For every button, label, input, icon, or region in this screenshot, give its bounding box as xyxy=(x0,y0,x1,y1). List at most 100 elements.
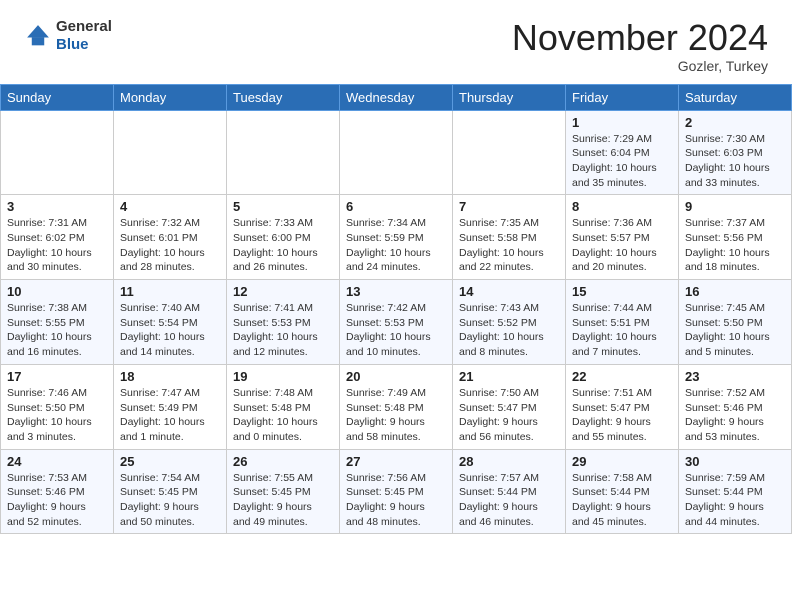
day-info: Sunrise: 7:40 AM Sunset: 5:54 PM Dayligh… xyxy=(120,301,220,360)
calendar-cell: 23 Sunrise: 7:52 AM Sunset: 5:46 PM Dayli… xyxy=(679,364,792,449)
day-number: 2 xyxy=(685,115,785,130)
calendar-cell: 15 Sunrise: 7:44 AM Sunset: 5:51 PM Dayli… xyxy=(566,280,679,365)
day-number: 4 xyxy=(120,199,220,214)
weekday-header: Saturday xyxy=(679,84,792,110)
day-number: 17 xyxy=(7,369,107,384)
day-info: Sunrise: 7:55 AM Sunset: 5:45 PM Dayligh… xyxy=(233,471,333,530)
day-info: Sunrise: 7:49 AM Sunset: 5:48 PM Dayligh… xyxy=(346,386,446,445)
day-number: 14 xyxy=(459,284,559,299)
weekday-header: Thursday xyxy=(453,84,566,110)
calendar-week-row: 17 Sunrise: 7:46 AM Sunset: 5:50 PM Dayli… xyxy=(1,364,792,449)
logo-icon xyxy=(24,22,52,50)
day-number: 25 xyxy=(120,454,220,469)
day-info: Sunrise: 7:41 AM Sunset: 5:53 PM Dayligh… xyxy=(233,301,333,360)
calendar-cell: 30 Sunrise: 7:59 AM Sunset: 5:44 PM Dayli… xyxy=(679,449,792,534)
calendar-cell xyxy=(227,110,340,195)
calendar-cell: 7 Sunrise: 7:35 AM Sunset: 5:58 PM Daylig… xyxy=(453,195,566,280)
day-info: Sunrise: 7:48 AM Sunset: 5:48 PM Dayligh… xyxy=(233,386,333,445)
day-number: 29 xyxy=(572,454,672,469)
logo: General Blue xyxy=(24,18,112,54)
day-info: Sunrise: 7:33 AM Sunset: 6:00 PM Dayligh… xyxy=(233,216,333,275)
calendar-cell: 28 Sunrise: 7:57 AM Sunset: 5:44 PM Dayli… xyxy=(453,449,566,534)
day-info: Sunrise: 7:54 AM Sunset: 5:45 PM Dayligh… xyxy=(120,471,220,530)
page-title: November 2024 xyxy=(512,18,768,58)
calendar-cell: 22Sunrise: 7:51 AM Sunset: 5:47 PM Dayli… xyxy=(566,364,679,449)
day-number: 11 xyxy=(120,284,220,299)
day-number: 13 xyxy=(346,284,446,299)
day-number: 22 xyxy=(572,369,672,384)
day-info: Sunrise: 7:36 AM Sunset: 5:57 PM Dayligh… xyxy=(572,216,672,275)
day-number: 9 xyxy=(685,199,785,214)
day-number: 6 xyxy=(346,199,446,214)
day-number: 23 xyxy=(685,369,785,384)
day-number: 18 xyxy=(120,369,220,384)
day-info: Sunrise: 7:53 AM Sunset: 5:46 PM Dayligh… xyxy=(7,471,107,530)
day-number: 24 xyxy=(7,454,107,469)
calendar-cell: 8 Sunrise: 7:36 AM Sunset: 5:57 PM Daylig… xyxy=(566,195,679,280)
logo-general-text: General xyxy=(56,18,112,36)
day-info: Sunrise: 7:29 AM Sunset: 6:04 PM Dayligh… xyxy=(572,132,672,191)
calendar-cell xyxy=(453,110,566,195)
calendar-cell xyxy=(340,110,453,195)
calendar-cell: 16Sunrise: 7:45 AM Sunset: 5:50 PM Dayli… xyxy=(679,280,792,365)
calendar-cell: 13 Sunrise: 7:42 AM Sunset: 5:53 PM Dayli… xyxy=(340,280,453,365)
calendar-cell: 2 Sunrise: 7:30 AM Sunset: 6:03 PM Daylig… xyxy=(679,110,792,195)
page-subtitle: Gozler, Turkey xyxy=(512,58,768,74)
day-info: Sunrise: 7:35 AM Sunset: 5:58 PM Dayligh… xyxy=(459,216,559,275)
day-info: Sunrise: 7:47 AM Sunset: 5:49 PM Dayligh… xyxy=(120,386,220,445)
calendar-week-row: 24 Sunrise: 7:53 AM Sunset: 5:46 PM Dayli… xyxy=(1,449,792,534)
day-number: 19 xyxy=(233,369,333,384)
weekday-header: Sunday xyxy=(1,84,114,110)
day-info: Sunrise: 7:50 AM Sunset: 5:47 PM Dayligh… xyxy=(459,386,559,445)
logo-blue-text: Blue xyxy=(56,36,112,54)
calendar-cell xyxy=(114,110,227,195)
day-number: 3 xyxy=(7,199,107,214)
day-info: Sunrise: 7:45 AM Sunset: 5:50 PM Dayligh… xyxy=(685,301,785,360)
calendar-cell: 21 Sunrise: 7:50 AM Sunset: 5:47 PM Dayli… xyxy=(453,364,566,449)
calendar-cell: 19 Sunrise: 7:48 AM Sunset: 5:48 PM Dayli… xyxy=(227,364,340,449)
calendar-cell: 10Sunrise: 7:38 AM Sunset: 5:55 PM Dayli… xyxy=(1,280,114,365)
day-info: Sunrise: 7:57 AM Sunset: 5:44 PM Dayligh… xyxy=(459,471,559,530)
calendar-cell: 6 Sunrise: 7:34 AM Sunset: 5:59 PM Daylig… xyxy=(340,195,453,280)
calendar-cell: 24 Sunrise: 7:53 AM Sunset: 5:46 PM Dayli… xyxy=(1,449,114,534)
day-number: 7 xyxy=(459,199,559,214)
weekday-header: Tuesday xyxy=(227,84,340,110)
calendar-cell: 9Sunrise: 7:37 AM Sunset: 5:56 PM Daylig… xyxy=(679,195,792,280)
calendar-cell: 29Sunrise: 7:58 AM Sunset: 5:44 PM Dayli… xyxy=(566,449,679,534)
day-number: 27 xyxy=(346,454,446,469)
title-block: November 2024 Gozler, Turkey xyxy=(512,18,768,74)
day-number: 15 xyxy=(572,284,672,299)
calendar-cell: 26Sunrise: 7:55 AM Sunset: 5:45 PM Dayli… xyxy=(227,449,340,534)
calendar-cell: 14 Sunrise: 7:43 AM Sunset: 5:52 PM Dayli… xyxy=(453,280,566,365)
day-info: Sunrise: 7:34 AM Sunset: 5:59 PM Dayligh… xyxy=(346,216,446,275)
day-number: 1 xyxy=(572,115,672,130)
day-info: Sunrise: 7:32 AM Sunset: 6:01 PM Dayligh… xyxy=(120,216,220,275)
day-info: Sunrise: 7:44 AM Sunset: 5:51 PM Dayligh… xyxy=(572,301,672,360)
day-number: 20 xyxy=(346,369,446,384)
day-number: 8 xyxy=(572,199,672,214)
calendar-cell: 27Sunrise: 7:56 AM Sunset: 5:45 PM Dayli… xyxy=(340,449,453,534)
day-number: 12 xyxy=(233,284,333,299)
calendar-cell: 25 Sunrise: 7:54 AM Sunset: 5:45 PM Dayli… xyxy=(114,449,227,534)
calendar-cell: 1 Sunrise: 7:29 AM Sunset: 6:04 PM Daylig… xyxy=(566,110,679,195)
day-info: Sunrise: 7:59 AM Sunset: 5:44 PM Dayligh… xyxy=(685,471,785,530)
weekday-header: Friday xyxy=(566,84,679,110)
day-info: Sunrise: 7:31 AM Sunset: 6:02 PM Dayligh… xyxy=(7,216,107,275)
day-number: 30 xyxy=(685,454,785,469)
calendar-cell: 18 Sunrise: 7:47 AM Sunset: 5:49 PM Dayli… xyxy=(114,364,227,449)
day-info: Sunrise: 7:43 AM Sunset: 5:52 PM Dayligh… xyxy=(459,301,559,360)
day-info: Sunrise: 7:38 AM Sunset: 5:55 PM Dayligh… xyxy=(7,301,107,360)
day-info: Sunrise: 7:52 AM Sunset: 5:46 PM Dayligh… xyxy=(685,386,785,445)
day-info: Sunrise: 7:46 AM Sunset: 5:50 PM Dayligh… xyxy=(7,386,107,445)
day-number: 21 xyxy=(459,369,559,384)
calendar-cell: 17 Sunrise: 7:46 AM Sunset: 5:50 PM Dayli… xyxy=(1,364,114,449)
day-number: 28 xyxy=(459,454,559,469)
calendar-header-row: SundayMondayTuesdayWednesdayThursdayFrid… xyxy=(1,84,792,110)
calendar-cell: 12 Sunrise: 7:41 AM Sunset: 5:53 PM Dayli… xyxy=(227,280,340,365)
calendar-table: SundayMondayTuesdayWednesdayThursdayFrid… xyxy=(0,84,792,535)
day-info: Sunrise: 7:30 AM Sunset: 6:03 PM Dayligh… xyxy=(685,132,785,191)
day-info: Sunrise: 7:42 AM Sunset: 5:53 PM Dayligh… xyxy=(346,301,446,360)
calendar-cell: 5 Sunrise: 7:33 AM Sunset: 6:00 PM Daylig… xyxy=(227,195,340,280)
day-number: 5 xyxy=(233,199,333,214)
page-header: General Blue November 2024 Gozler, Turke… xyxy=(0,0,792,84)
